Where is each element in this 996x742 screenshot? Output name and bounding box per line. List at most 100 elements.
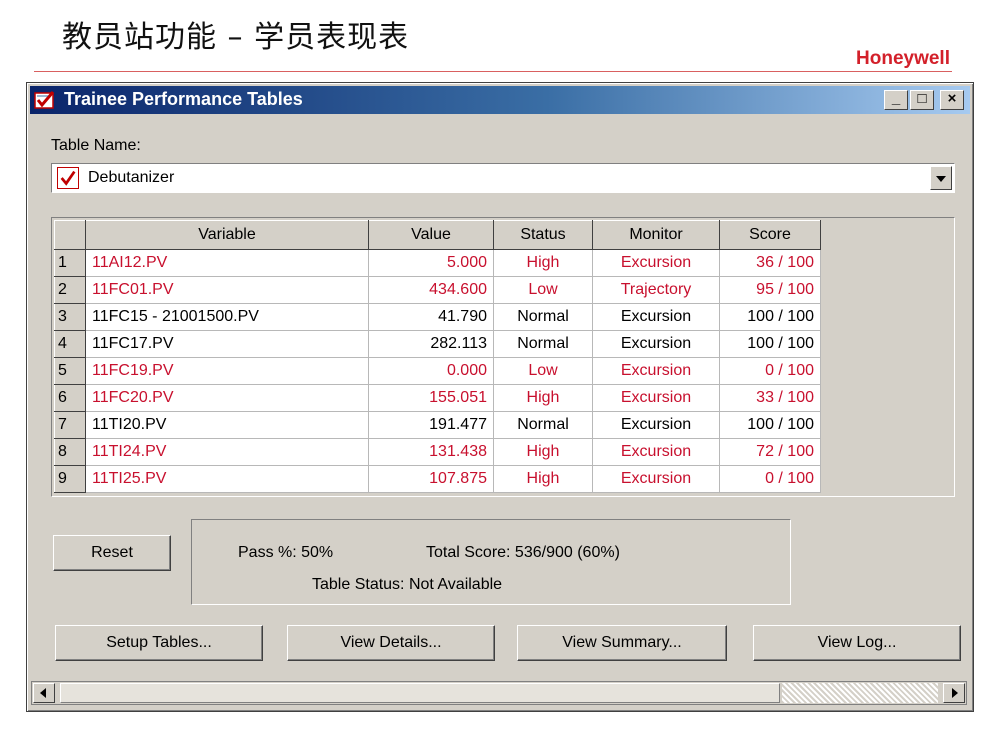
cell-variable[interactable]: 11TI24.PV (85, 438, 369, 466)
table-row[interactable]: 2 11FC01.PV 434.600 Low Trajectory 95 / 100 (54, 276, 821, 304)
table-row[interactable]: 7 11TI20.PV 191.477 Normal Excursion 100 / 10… (54, 411, 821, 439)
cell-value[interactable]: 191.477 (368, 411, 494, 439)
column-header-value[interactable]: Value (368, 220, 494, 250)
cell-score[interactable]: 36 / 100 (719, 249, 821, 277)
brand-logo: Honeywell (856, 48, 950, 69)
minimize-button[interactable]: _ (884, 90, 908, 110)
pass-percent: Pass %: 50% (238, 544, 334, 561)
window-title: Trainee Performance Tables (64, 89, 303, 109)
title-divider (34, 71, 952, 72)
table-row[interactable]: 8 11TI24.PV 131.438 High Excursion 72 / 100 (54, 438, 821, 466)
slide-title: 教员站功能 – 学员表现表 (62, 20, 410, 55)
cell-score[interactable]: 0 / 100 (719, 357, 821, 385)
total-score: Total Score: 536/900 (60%) (426, 544, 620, 561)
cell-score[interactable]: 100 / 100 (719, 303, 821, 331)
cell-variable[interactable]: 11FC17.PV (85, 330, 369, 358)
cell-value[interactable]: 282.113 (368, 330, 494, 358)
row-number[interactable]: 7 (54, 411, 86, 439)
scroll-left-icon[interactable] (33, 683, 55, 703)
dropdown-arrow-icon[interactable] (930, 166, 952, 190)
table-row[interactable]: 9 11TI25.PV 107.875 High Excursion 0 / 100 (54, 465, 821, 493)
cell-status[interactable]: Normal (493, 303, 593, 331)
status-panel: Pass %: 50% Total Score: 536/900 (60%) T… (191, 519, 791, 605)
table-name-label: Table Name: (51, 137, 141, 154)
cell-value[interactable]: 155.051 (368, 384, 494, 412)
cell-monitor[interactable]: Excursion (592, 330, 720, 358)
cell-value[interactable]: 131.438 (368, 438, 494, 466)
maximize-button[interactable]: □ (910, 90, 934, 110)
cell-monitor[interactable]: Excursion (592, 249, 720, 277)
cell-variable[interactable]: 11FC19.PV (85, 357, 369, 385)
scrollbar-track[interactable] (782, 683, 938, 703)
row-number[interactable]: 4 (54, 330, 86, 358)
cell-score[interactable]: 100 / 100 (719, 411, 821, 439)
scroll-right-icon[interactable] (943, 683, 965, 703)
row-number[interactable]: 6 (54, 384, 86, 412)
title-bar[interactable]: Trainee Performance Tables _ □ × (30, 86, 970, 114)
column-header-variable[interactable]: Variable (85, 220, 369, 250)
cell-variable[interactable]: 11FC01.PV (85, 276, 369, 304)
cell-variable[interactable]: 11TI25.PV (85, 465, 369, 493)
cell-value[interactable]: 434.600 (368, 276, 494, 304)
cell-monitor[interactable]: Excursion (592, 438, 720, 466)
cell-variable[interactable]: 11FC20.PV (85, 384, 369, 412)
cell-value[interactable]: 41.790 (368, 303, 494, 331)
row-number[interactable]: 8 (54, 438, 86, 466)
cell-monitor[interactable]: Excursion (592, 411, 720, 439)
row-number[interactable]: 5 (54, 357, 86, 385)
cell-status[interactable]: High (493, 384, 593, 412)
table-row[interactable]: 4 11FC17.PV 282.113 Normal Excursion 100 / 10… (54, 330, 821, 358)
cell-variable[interactable]: 11TI20.PV (85, 411, 369, 439)
row-header-corner (54, 220, 86, 250)
column-header-score[interactable]: Score (719, 220, 821, 250)
setup-tables-button[interactable]: Setup Tables... (55, 625, 263, 661)
horizontal-scrollbar[interactable] (31, 681, 967, 705)
table-name-select[interactable]: Debutanizer (51, 163, 955, 193)
cell-score[interactable]: 72 / 100 (719, 438, 821, 466)
cell-score[interactable]: 0 / 100 (719, 465, 821, 493)
cell-variable[interactable]: 11FC15 - 21001500.PV (85, 303, 369, 331)
row-number[interactable]: 9 (54, 465, 86, 493)
cell-value[interactable]: 107.875 (368, 465, 494, 493)
cell-status[interactable]: High (493, 249, 593, 277)
table-row[interactable]: 5 11FC19.PV 0.000 Low Excursion 0 / 100 (54, 357, 821, 385)
cell-variable[interactable]: 11AI12.PV (85, 249, 369, 277)
cell-status[interactable]: Low (493, 357, 593, 385)
cell-status[interactable]: Normal (493, 330, 593, 358)
close-button[interactable]: × (940, 90, 964, 110)
table-row[interactable]: 6 11FC20.PV 155.051 High Excursion 33 / 100 (54, 384, 821, 412)
view-summary-button[interactable]: View Summary... (517, 625, 727, 661)
column-header-monitor[interactable]: Monitor (592, 220, 720, 250)
cell-value[interactable]: 5.000 (368, 249, 494, 277)
table-row[interactable]: 1 11AI12.PV 5.000 High Excursion 36 / 100 (54, 249, 821, 277)
row-number[interactable]: 2 (54, 276, 86, 304)
scrollbar-thumb[interactable] (60, 683, 780, 703)
cell-score[interactable]: 33 / 100 (719, 384, 821, 412)
cell-status[interactable]: High (493, 438, 593, 466)
cell-monitor[interactable]: Excursion (592, 357, 720, 385)
view-log-button[interactable]: View Log... (753, 625, 961, 661)
cell-monitor[interactable]: Trajectory (592, 276, 720, 304)
column-header-status[interactable]: Status (493, 220, 593, 250)
reset-button[interactable]: Reset (53, 535, 171, 571)
cell-score[interactable]: 100 / 100 (719, 330, 821, 358)
cell-score[interactable]: 95 / 100 (719, 276, 821, 304)
cell-status[interactable]: Low (493, 276, 593, 304)
cell-status[interactable]: Normal (493, 411, 593, 439)
row-number[interactable]: 3 (54, 303, 86, 331)
trainee-performance-window: Trainee Performance Tables _ □ × Table N… (26, 82, 974, 712)
table-row[interactable]: 3 11FC15 - 21001500.PV 41.790 Normal Excursi… (54, 303, 821, 331)
view-details-button[interactable]: View Details... (287, 625, 495, 661)
performance-table: Variable Value Status Monitor Score 1 11A… (54, 220, 821, 493)
checkmark-icon (57, 167, 79, 189)
cell-monitor[interactable]: Excursion (592, 465, 720, 493)
app-icon (34, 91, 55, 109)
cell-monitor[interactable]: Excursion (592, 303, 720, 331)
cell-monitor[interactable]: Excursion (592, 384, 720, 412)
table-header-row: Variable Value Status Monitor Score (54, 220, 821, 250)
cell-status[interactable]: High (493, 465, 593, 493)
performance-grid: Variable Value Status Monitor Score 1 11A… (51, 217, 955, 497)
table-name-value: Debutanizer (88, 169, 175, 186)
cell-value[interactable]: 0.000 (368, 357, 494, 385)
row-number[interactable]: 1 (54, 249, 86, 277)
